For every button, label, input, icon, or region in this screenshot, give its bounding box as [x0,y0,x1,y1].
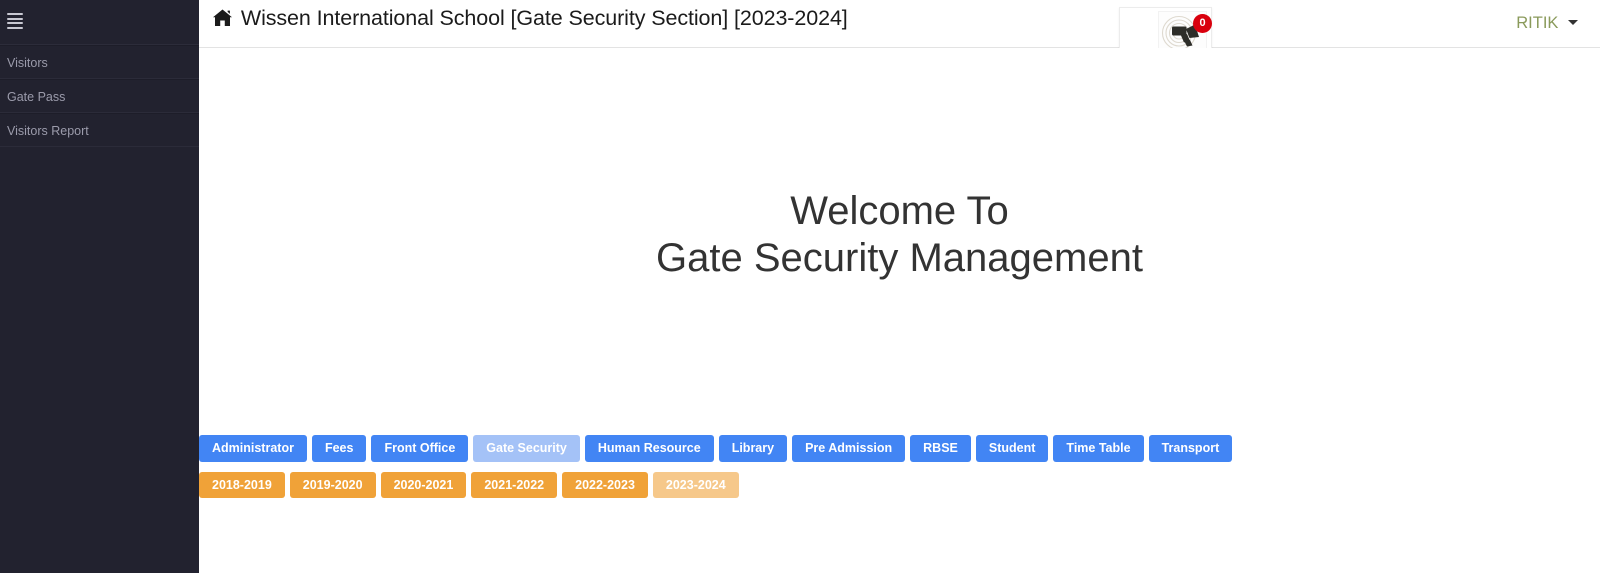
module-button-front-office[interactable]: Front Office [371,435,469,462]
sidebar: Visitors Gate Pass Visitors Report [0,0,199,573]
sidebar-item-label: Visitors Report [7,124,89,138]
module-button-fees[interactable]: Fees [311,435,367,462]
sidebar-item-label: Gate Pass [7,90,66,104]
home-icon [213,8,232,33]
module-button-administrator[interactable]: Administrator [199,435,307,462]
sidebar-item-label: Visitors [7,56,48,70]
session-button-2018-2019[interactable]: 2018-2019 [199,472,285,498]
session-button-2023-2024[interactable]: 2023-2024 [652,472,739,498]
module-button-rbse[interactable]: RBSE [910,435,971,462]
module-button-student[interactable]: Student [975,435,1049,462]
user-menu-button[interactable]: RITIK [1507,9,1587,38]
module-button-library[interactable]: Library [718,435,788,462]
module-button-human-resource[interactable]: Human Resource [584,435,714,462]
sidebar-item-gate-pass[interactable]: Gate Pass [0,79,199,113]
session-button-2021-2022[interactable]: 2021-2022 [471,472,558,498]
top-header: Wissen International School [Gate Securi… [199,0,1600,63]
page-root: Visitors Gate Pass Visitors Report Wissen … [0,0,1600,573]
hamburger-icon[interactable] [7,13,23,29]
module-button-transport[interactable]: Transport [1148,435,1233,462]
sidebar-header [0,0,199,45]
session-button-2019-2020[interactable]: 2019-2020 [289,472,376,498]
session-button-row: 2018-2019 2019-2020 2020-2021 2021-2022 2022… [199,472,744,498]
sidebar-item-visitors[interactable]: Visitors [0,45,199,79]
welcome-line-2: Gate Security Management [656,236,1143,281]
sidebar-menu: Visitors Gate Pass Visitors Report [0,45,199,147]
module-button-pre-admission[interactable]: Pre Admission [792,435,906,462]
notification-badge: 0 [1193,14,1212,33]
module-button-row: Administrator Fees Front Office Gate Securi… [199,435,1237,462]
sidebar-item-visitors-report[interactable]: Visitors Report [0,113,199,147]
chevron-down-icon [1568,20,1578,25]
session-button-2020-2021[interactable]: 2020-2021 [380,472,467,498]
welcome-heading: Welcome To Gate Security Management [199,188,1600,282]
session-button-2022-2023[interactable]: 2022-2023 [562,472,648,498]
page-title-text: Wissen International School [Gate Securi… [240,6,848,30]
page-title: Wissen International School [Gate Securi… [213,6,848,33]
welcome-line-1: Welcome To [790,189,1009,233]
module-button-gate-security[interactable]: Gate Security [473,435,580,462]
main-content: Welcome To Gate Security Management Admi… [199,48,1600,573]
user-menu-label: RITIK [1516,14,1559,32]
module-button-time-table[interactable]: Time Table [1053,435,1144,462]
